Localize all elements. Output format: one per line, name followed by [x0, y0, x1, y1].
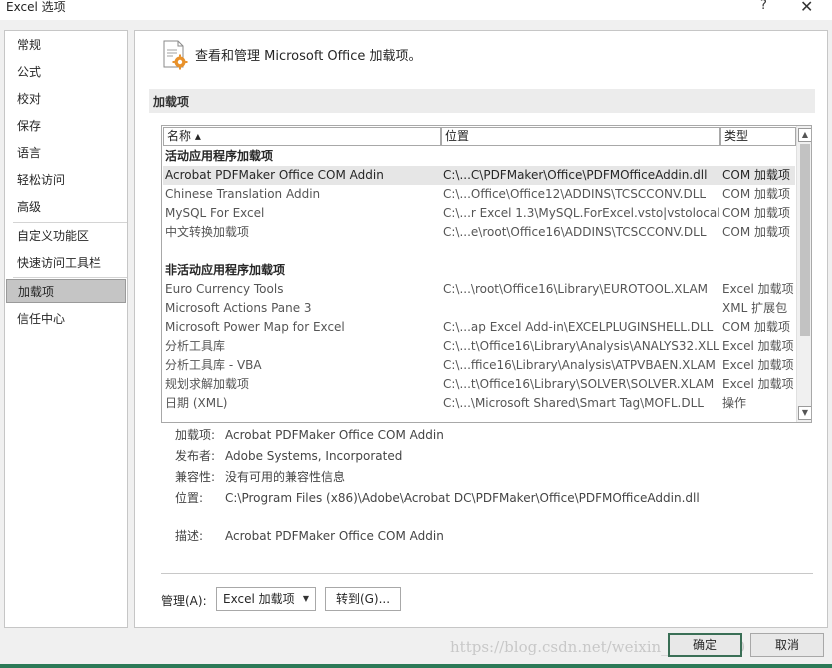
- addin-type: COM 加载项: [722, 168, 790, 182]
- addin-location: C:\...C\PDFMaker\Office\PDFMOfficeAddin.…: [443, 168, 708, 182]
- window-bottom-border: [0, 664, 832, 668]
- sidebar-item-general[interactable]: 常规: [6, 33, 126, 57]
- detail-value: C:\Program Files (x86)\Adobe\Acrobat DC\…: [225, 491, 700, 505]
- list-item[interactable]: MySQL For Excel C:\...r Excel 1.3\MySQL.…: [163, 204, 795, 223]
- main-panel: 查看和管理 Microsoft Office 加载项。 加载项 名称 ▴ 位置 …: [134, 30, 828, 628]
- list-item[interactable]: 中文转换加载项 C:\...e\root\Office16\ADDINS\TCS…: [163, 223, 795, 242]
- addins-gear-icon: [163, 40, 188, 70]
- addin-type: COM 加载项: [722, 320, 790, 334]
- addin-type: COM 加载项: [722, 206, 790, 220]
- sidebar-item-formulas[interactable]: 公式: [6, 60, 126, 84]
- addin-name: Chinese Translation Addin: [165, 187, 321, 201]
- detail-label: 描述:: [175, 529, 204, 543]
- ok-button[interactable]: 确定: [668, 633, 742, 657]
- list-item[interactable]: Chinese Translation Addin C:\...Office\O…: [163, 185, 795, 204]
- addin-type: Excel 加载项: [722, 358, 794, 372]
- addin-location: C:\...t\Office16\Library\Analysis\ANALYS…: [443, 339, 719, 353]
- addin-location: C:\...ffice16\Library\Analysis\ATPVBAEN.…: [443, 358, 716, 372]
- addin-location: C:\...t\Office16\Library\SOLVER\SOLVER.X…: [443, 377, 715, 391]
- addin-type: 操作: [722, 396, 747, 410]
- detail-label: 兼容性:: [175, 470, 216, 484]
- addin-type: Excel 加载项: [722, 339, 794, 353]
- sidebar-item-proofing[interactable]: 校对: [6, 87, 126, 111]
- title-bar: Excel 选项 ? ✕: [0, 0, 832, 20]
- column-header-name[interactable]: 名称 ▴: [163, 127, 441, 146]
- list-item[interactable]: 规划求解加载项 C:\...t\Office16\Library\SOLVER\…: [163, 375, 795, 394]
- scroll-thumb[interactable]: [800, 144, 810, 336]
- section-title: 加载项: [153, 95, 190, 109]
- manage-label: 管理(A):: [161, 594, 207, 608]
- list-item[interactable]: 日期 (XML) C:\...\Microsoft Shared\Smart T…: [163, 394, 795, 413]
- addin-name: MySQL For Excel: [165, 206, 265, 220]
- sidebar-item-save[interactable]: 保存: [6, 114, 126, 138]
- sidebar-item-advanced[interactable]: 高级: [6, 195, 126, 219]
- addin-location: C:\...r Excel 1.3\MySQL.ForExcel.vsto|vs…: [443, 206, 719, 220]
- column-header-location[interactable]: 位置: [441, 127, 720, 146]
- addin-location: C:\...\root\Office16\Library\EUROTOOL.XL…: [443, 282, 709, 296]
- sidebar-divider: [13, 222, 127, 223]
- group-title: 非活动应用程序加载项: [165, 263, 286, 277]
- window-title: Excel 选项: [6, 0, 66, 14]
- page-description: 查看和管理 Microsoft Office 加载项。: [195, 49, 422, 64]
- sidebar-item-customize-ribbon[interactable]: 自定义功能区: [6, 224, 126, 248]
- detail-value: Acrobat PDFMaker Office COM Addin: [225, 428, 444, 442]
- addin-type: Excel 加载项: [722, 377, 794, 391]
- detail-label: 发布者:: [175, 449, 216, 463]
- addin-name: Acrobat PDFMaker Office COM Addin: [165, 168, 384, 182]
- addin-name: Microsoft Actions Pane 3: [165, 301, 312, 315]
- column-header-type[interactable]: 类型: [720, 127, 796, 146]
- group-header-active: 活动应用程序加载项: [163, 147, 795, 166]
- detail-value: Adobe Systems, Incorporated: [225, 449, 403, 463]
- goto-button[interactable]: 转到(G)...: [325, 587, 401, 611]
- list-item[interactable]: Euro Currency Tools C:\...\root\Office16…: [163, 280, 795, 299]
- sidebar-item-accessibility[interactable]: 轻松访问: [6, 168, 126, 192]
- addin-type: XML 扩展包: [722, 301, 788, 315]
- detail-label: 加载项:: [175, 428, 216, 442]
- addin-name: Microsoft Power Map for Excel: [165, 320, 345, 334]
- sidebar-item-trust-center[interactable]: 信任中心: [6, 307, 126, 331]
- scroll-up-icon[interactable]: ▲: [798, 128, 811, 142]
- addin-location: C:\...\Microsoft Shared\Smart Tag\MOFL.D…: [443, 396, 704, 410]
- close-icon[interactable]: ✕: [800, 0, 813, 16]
- sidebar-item-quick-access-toolbar[interactable]: 快速访问工具栏: [6, 251, 126, 275]
- addin-location: C:\...ap Excel Add-in\EXCELPLUGINSHELL.D…: [443, 320, 714, 334]
- list-item[interactable]: Microsoft Power Map for Excel C:\...ap E…: [163, 318, 795, 337]
- list-item[interactable]: Microsoft Actions Pane 3 XML 扩展包: [163, 299, 795, 318]
- addin-name: 日期 (XML): [165, 396, 228, 410]
- list-item[interactable]: 分析工具库 - VBA C:\...ffice16\Library\Analys…: [163, 356, 795, 375]
- group-header-inactive: 非活动应用程序加载项: [163, 261, 795, 280]
- addin-name: 规划求解加载项: [165, 377, 250, 391]
- divider: [161, 573, 813, 574]
- sidebar-item-language[interactable]: 语言: [6, 141, 126, 165]
- addin-name: Euro Currency Tools: [165, 282, 284, 296]
- scroll-down-icon[interactable]: ▼: [798, 406, 811, 420]
- addins-list[interactable]: 名称 ▴ 位置 类型 活动应用程序加载项 Acrobat PDFMaker Of…: [161, 125, 812, 423]
- chevron-down-icon: ▼: [302, 594, 309, 603]
- cancel-button[interactable]: 取消: [750, 633, 824, 657]
- detail-label: 位置:: [175, 491, 204, 505]
- manage-dropdown-value: Excel 加载项: [223, 592, 295, 606]
- list-item[interactable]: 分析工具库 C:\...t\Office16\Library\Analysis\…: [163, 337, 795, 356]
- detail-value: 没有可用的兼容性信息: [225, 470, 346, 484]
- addin-name: 中文转换加载项: [165, 225, 250, 239]
- manage-dropdown[interactable]: Excel 加载项 ▼: [216, 587, 316, 611]
- addin-location: C:\...Office\Office12\ADDINS\TCSCCONV.DL…: [443, 187, 707, 201]
- addin-name: 分析工具库 - VBA: [165, 358, 262, 372]
- group-title: 活动应用程序加载项: [165, 149, 274, 163]
- sidebar-divider: [13, 277, 127, 278]
- sidebar-item-addins[interactable]: 加载项: [6, 279, 126, 303]
- addin-name: 分析工具库: [165, 339, 226, 353]
- addin-type: COM 加载项: [722, 187, 790, 201]
- list-scrollbar[interactable]: ▲ ▼: [796, 126, 811, 422]
- list-item[interactable]: Acrobat PDFMaker Office COM Addin C:\...…: [163, 166, 795, 185]
- help-icon[interactable]: ?: [760, 0, 767, 13]
- addin-type: COM 加载项: [722, 225, 790, 239]
- sidebar: 常规 公式 校对 保存 语言 轻松访问 高级 自定义功能区 快速访问工具栏 加载…: [4, 30, 128, 628]
- detail-value: Acrobat PDFMaker Office COM Addin: [225, 529, 444, 543]
- addin-location: C:\...e\root\Office16\ADDINS\TCSCCONV.DL…: [443, 225, 707, 239]
- section-header: 加载项: [149, 89, 815, 113]
- addin-type: Excel 加载项: [722, 282, 794, 296]
